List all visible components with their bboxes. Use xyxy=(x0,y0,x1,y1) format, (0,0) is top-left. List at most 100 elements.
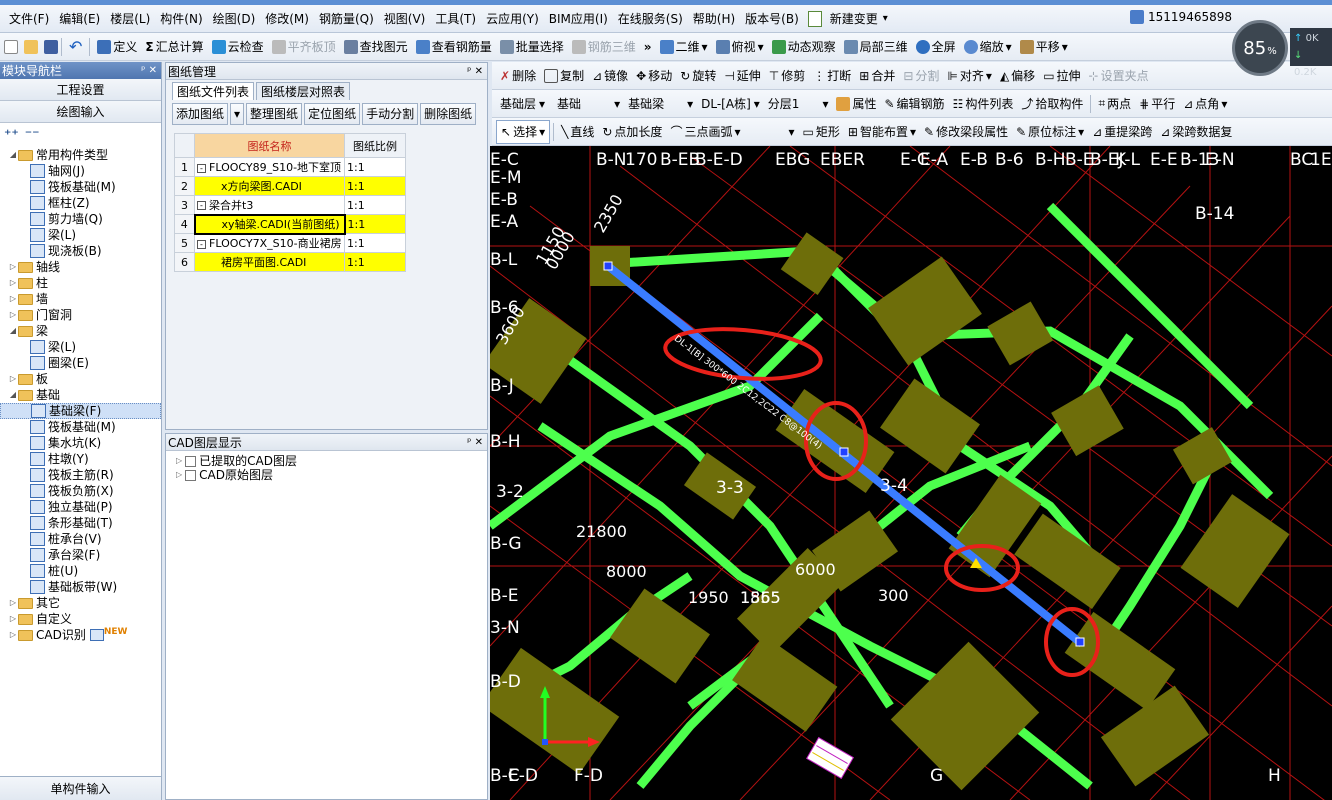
drawing-name-cell[interactable]: - 梁合并t3 xyxy=(194,195,345,215)
find-button[interactable]: 查找图元 xyxy=(340,35,412,59)
scale-cell[interactable]: 1:1 xyxy=(344,252,406,272)
expand-icon[interactable]: ▷ xyxy=(8,611,18,627)
sublayer-select[interactable]: 分层1 ▾ xyxy=(764,95,833,112)
tree-item[interactable]: 筏板主筋(R) xyxy=(0,467,161,483)
attribute-button[interactable]: 属性 xyxy=(832,92,880,116)
tree-item[interactable]: 筏板基础(M) xyxy=(0,419,161,435)
scale-cell[interactable]: 1:1 xyxy=(344,195,406,215)
tree-item[interactable]: ◢ 基础 xyxy=(0,387,161,403)
trim-button[interactable]: ⊤ 修剪 xyxy=(765,64,809,88)
expand-icon[interactable]: ▷ xyxy=(8,275,18,291)
fullscreen-button[interactable]: 全屏 xyxy=(912,35,960,59)
tree-item[interactable]: ▷ 轴线 xyxy=(0,259,161,275)
component-list-button[interactable]: ☷ 构件列表 xyxy=(949,92,1018,116)
tree-item[interactable]: 柱墩(Y) xyxy=(0,451,161,467)
drawing-action-button[interactable]: 整理图纸 xyxy=(246,103,303,125)
scale-cell[interactable]: 1:1 xyxy=(344,233,406,253)
table-row[interactable]: 1- FLOOCY89_S10-地下室顶 1:1 xyxy=(174,157,406,177)
collapse-box-icon[interactable]: - xyxy=(197,163,206,173)
original-mark-button[interactable]: ✎ 原位标注 ▾ xyxy=(1012,120,1088,144)
cad-drawing[interactable] xyxy=(490,146,1332,800)
expand-icon[interactable]: ▷ xyxy=(8,307,18,323)
expand-icon[interactable]: ▷ xyxy=(8,291,18,307)
table-row[interactable]: 4 xy轴梁.CADI(当前图纸) 1:1 xyxy=(174,213,406,235)
user-account[interactable]: 15119465898 xyxy=(1130,10,1232,24)
save-icon[interactable] xyxy=(44,39,58,54)
scale-cell[interactable]: 1:1 xyxy=(344,157,406,177)
menu-item[interactable]: 编辑(E) xyxy=(54,10,105,27)
collapse-icon[interactable]: ◢ xyxy=(8,323,18,339)
tree-item[interactable]: 筏板基础(M) xyxy=(0,179,161,195)
tree-item[interactable]: ▷ 柱 xyxy=(0,275,161,291)
drawing-name-cell[interactable]: xy轴梁.CADI(当前图纸) xyxy=(193,213,346,235)
tree-item[interactable]: 独立基础(P) xyxy=(0,499,161,515)
parallel-button[interactable]: ⋕ 平行 xyxy=(1135,92,1179,116)
tree-item[interactable]: 轴网(J) xyxy=(0,163,161,179)
single-component-input-button[interactable]: 单构件输入 xyxy=(0,776,161,800)
pan-dropdown[interactable]: 平移 ▾ xyxy=(1016,35,1072,59)
rotate-button[interactable]: ↻ 旋转 xyxy=(676,64,720,88)
three-point-arc-button[interactable]: ⌒ 三点画弧 ▾ xyxy=(666,120,744,144)
tab-drawing[interactable]: 图纸楼层对照表 xyxy=(256,82,351,100)
expand-icon[interactable]: ▷ xyxy=(8,627,18,643)
undo-button[interactable]: ↶ xyxy=(65,35,86,59)
menu-item[interactable]: 帮助(H) xyxy=(688,10,740,27)
modify-segment-button[interactable]: ✎ 修改梁段属性 xyxy=(920,120,1012,144)
expand-icon[interactable]: ▷ xyxy=(8,259,18,275)
category-select[interactable]: 基础 ▾ xyxy=(553,95,624,112)
dynamic-view-button[interactable]: 动态观察 xyxy=(768,35,840,59)
menu-item[interactable]: 构件(N) xyxy=(155,10,207,27)
offset-button[interactable]: ◭ 偏移 xyxy=(996,64,1039,88)
mirror-button[interactable]: ⊿ 镜像 xyxy=(588,64,632,88)
dropdown-arrow-icon[interactable]: ▾ xyxy=(883,13,888,24)
tree-item[interactable]: 桩(U) xyxy=(0,563,161,579)
rebar-3d-button[interactable]: 钢筋三维 xyxy=(568,35,640,59)
point-length-button[interactable]: ↻ 点加长度 xyxy=(598,120,666,144)
zoom-dropdown[interactable]: 缩放 ▾ xyxy=(960,35,1016,59)
expand-all-icon[interactable]: ⁺⁺ xyxy=(4,127,19,143)
menu-item[interactable]: 视图(V) xyxy=(379,10,431,27)
tree-item[interactable]: ▷ 其它 xyxy=(0,595,161,611)
tree-item[interactable]: ◢ 常用构件类型 xyxy=(0,147,161,163)
drawing-input-button[interactable]: 绘图输入 xyxy=(0,101,161,123)
type-select[interactable]: 基础梁 ▾ xyxy=(624,95,697,112)
tree-item[interactable]: 桩承台(V) xyxy=(0,531,161,547)
drawing-name-cell[interactable]: - FLOOCY7X_S10-商业裙房 xyxy=(194,233,345,253)
two-point-button[interactable]: ⌗ 两点 xyxy=(1094,92,1135,116)
tree-item[interactable]: ▷ 板 xyxy=(0,371,161,387)
collapse-all-icon[interactable]: ⁻⁻ xyxy=(25,127,40,143)
set-point-button[interactable]: ⊹ 设置夹点 xyxy=(1085,64,1153,88)
table-row[interactable]: 6 裙房平面图.CADI 1:1 xyxy=(174,252,406,272)
drawing-action-button[interactable]: 定位图纸 xyxy=(304,103,361,125)
smart-layout-button[interactable]: ⊞ 智能布置 ▾ xyxy=(844,120,920,144)
collapse-icon[interactable]: ◢ xyxy=(8,147,18,163)
pin-close-icons[interactable]: ᵖ ✕ xyxy=(141,65,157,76)
component-select[interactable]: DL-[A栋] ▾ xyxy=(697,95,764,112)
extend-button[interactable]: ⊣ 延伸 xyxy=(720,64,764,88)
tree-item[interactable]: ▷ CAD识别 NEW xyxy=(0,627,161,643)
corner-button[interactable]: ⊿ 点角 ▾ xyxy=(1179,92,1231,116)
merge-button[interactable]: ⊞ 合并 xyxy=(855,64,899,88)
menu-item[interactable]: 楼层(L) xyxy=(105,10,155,27)
menu-item[interactable]: 云应用(Y) xyxy=(481,10,544,27)
menu-item[interactable]: 工具(T) xyxy=(430,10,481,27)
span-data-button[interactable]: ⊿ 梁跨数据复 xyxy=(1156,120,1236,144)
tree-item[interactable]: 基础梁(F) xyxy=(0,403,161,419)
scale-cell[interactable]: 1:1 xyxy=(344,214,406,234)
flat-top-button[interactable]: 平齐板顶 xyxy=(268,35,340,59)
add-drawing-dropdown[interactable]: ▾ xyxy=(230,103,245,125)
project-settings-button[interactable]: 工程设置 xyxy=(0,79,161,101)
table-row[interactable]: 3- 梁合并t3 1:1 xyxy=(174,195,406,215)
table-row[interactable]: 2 x方向梁图.CADI 1:1 xyxy=(174,176,406,196)
batch-select-button[interactable]: 批量选择 xyxy=(496,35,568,59)
drawing-action-button[interactable]: 手动分割 xyxy=(362,103,419,125)
drawing-canvas[interactable]: E-C B-N 170 B-EB B-E-D EBG EBER E-C E-A E-B B-6 B-H… xyxy=(490,146,1332,800)
pin-close-icons[interactable]: ᵖ ✕ xyxy=(467,437,483,448)
pick-component-button[interactable]: ⤴ 拾取构件 xyxy=(1017,92,1087,116)
drawing-action-button[interactable]: 删除图纸 xyxy=(420,103,477,125)
align-button[interactable]: ⊫ 对齐 ▾ xyxy=(943,64,996,88)
view-rebar-button[interactable]: 查看钢筋量 xyxy=(412,35,496,59)
sum-button[interactable]: Σ 汇总计算 xyxy=(141,35,207,59)
cad-layer-item[interactable]: ▷ 已提取的CAD图层 xyxy=(166,454,487,468)
copy-button[interactable]: 复制 xyxy=(540,64,588,88)
